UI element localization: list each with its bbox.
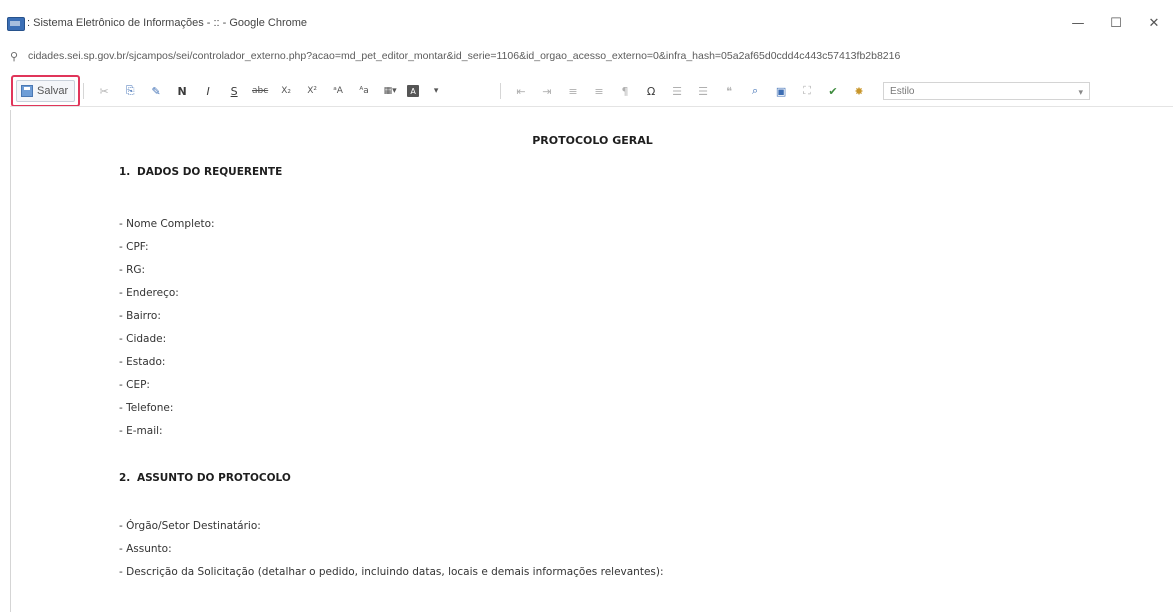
section-number: 2. xyxy=(119,472,131,484)
sei-app-icon xyxy=(7,17,25,31)
align-left-icon[interactable]: ≡ xyxy=(561,82,585,100)
window-controls: — ☐ ✕ xyxy=(1059,12,1173,36)
save-button-label: Salvar xyxy=(37,85,69,97)
decrease-indent-icon[interactable]: ⇤ xyxy=(509,82,533,100)
toolbar-divider xyxy=(10,106,1173,107)
field-cidade[interactable]: - Cidade: xyxy=(119,333,166,345)
title-bar: : Sistema Eletrônico de Informações - ::… xyxy=(0,0,1173,41)
special-char-button[interactable]: Ω xyxy=(639,82,663,100)
section-title: ASSUNTO DO PROTOCOLO xyxy=(137,472,291,484)
save-disk-icon xyxy=(21,85,33,97)
section-heading-assunto: 2. ASSUNTO DO PROTOCOLO xyxy=(119,472,291,484)
maximize-editor-icon[interactable]: ⛶ xyxy=(795,82,819,100)
field-orgao-destinatario[interactable]: - Órgão/Setor Destinatário: xyxy=(119,520,261,532)
field-descricao[interactable]: - Descrição da Solicitação (detalhar o p… xyxy=(119,566,664,578)
uppercase-button[interactable]: ᵃA xyxy=(326,82,350,100)
field-bairro[interactable]: - Bairro: xyxy=(119,310,161,322)
document-title: PROTOCOLO GERAL xyxy=(532,134,653,147)
close-button[interactable]: ✕ xyxy=(1135,12,1173,36)
section-number: 1. xyxy=(119,166,131,178)
paint-format-icon[interactable]: ✎ xyxy=(144,82,168,100)
spellcheck-icon[interactable]: ✔ xyxy=(821,82,845,100)
field-telefone[interactable]: - Telefone: xyxy=(119,402,173,414)
document-editor[interactable]: PROTOCOLO GERAL 1. DADOS DO REQUERENTE - … xyxy=(10,110,1173,612)
align-center-icon[interactable]: ≡ xyxy=(587,82,611,100)
text-color-icon[interactable]: A xyxy=(407,85,420,97)
url-text[interactable]: cidades.sei.sp.gov.br/sjcampos/sei/contr… xyxy=(28,50,900,62)
field-endereco[interactable]: - Endereço: xyxy=(119,287,179,299)
field-cep[interactable]: - CEP: xyxy=(119,379,150,391)
table-dropdown-icon[interactable]: ▦▾ xyxy=(378,82,402,100)
image-icon[interactable]: ▣ xyxy=(769,82,793,100)
plugin-icon[interactable]: ✸ xyxy=(847,82,871,100)
minimize-button[interactable]: — xyxy=(1059,12,1097,36)
field-email[interactable]: - E-mail: xyxy=(119,425,163,437)
bold-button[interactable]: N xyxy=(170,82,194,100)
toolbar-separator xyxy=(500,83,502,99)
cut-icon[interactable]: ✂ xyxy=(92,82,116,100)
italic-button[interactable]: I xyxy=(196,82,220,100)
address-bar[interactable]: ⚲ cidades.sei.sp.gov.br/sjcampos/sei/con… xyxy=(0,40,1173,72)
field-assunto[interactable]: - Assunto: xyxy=(119,543,172,555)
subscript-button[interactable]: X₂ xyxy=(274,82,298,100)
field-cpf[interactable]: - CPF: xyxy=(119,241,149,253)
editor-toolbar: Salvar ✂ ⎘ ✎ N I S abc X₂ X² ᵃA ᴬa ▦▾ A … xyxy=(10,75,1090,107)
field-rg[interactable]: - RG: xyxy=(119,264,145,276)
maximize-button[interactable]: ☐ xyxy=(1097,12,1135,36)
text-color-dropdown-icon[interactable]: ▾ xyxy=(424,82,448,100)
strikethrough-button[interactable]: abc xyxy=(248,82,272,100)
find-replace-icon[interactable]: ⌕ xyxy=(743,82,767,100)
section-heading-requerente: 1. DADOS DO REQUERENTE xyxy=(119,166,282,178)
field-nome-completo[interactable]: - Nome Completo: xyxy=(119,218,215,230)
field-estado[interactable]: - Estado: xyxy=(119,356,165,368)
site-info-icon[interactable]: ⚲ xyxy=(10,50,18,63)
style-select[interactable]: Estilo ▾ xyxy=(883,82,1090,100)
lowercase-button[interactable]: ᴬa xyxy=(352,82,376,100)
window-title: : Sistema Eletrônico de Informações - ::… xyxy=(27,17,308,29)
superscript-button[interactable]: X² xyxy=(300,82,324,100)
chevron-down-icon: ▾ xyxy=(1078,87,1083,97)
save-button[interactable]: Salvar xyxy=(11,75,81,107)
underline-button[interactable]: S xyxy=(222,82,246,100)
paragraph-icon[interactable]: ¶ xyxy=(613,82,637,100)
section-title: DADOS DO REQUERENTE xyxy=(137,166,283,178)
toolbar-separator xyxy=(83,83,85,99)
increase-indent-icon[interactable]: ⇥ xyxy=(535,82,559,100)
style-select-value: Estilo xyxy=(890,86,915,97)
bulleted-list-icon[interactable]: ☰ xyxy=(691,82,715,100)
copy-format-icon[interactable]: ⎘ xyxy=(118,82,142,100)
numbered-list-icon[interactable]: ☰ xyxy=(665,82,689,100)
blockquote-icon[interactable]: ❝ xyxy=(717,82,741,100)
browser-window: : Sistema Eletrônico de Informações - ::… xyxy=(0,0,1173,612)
